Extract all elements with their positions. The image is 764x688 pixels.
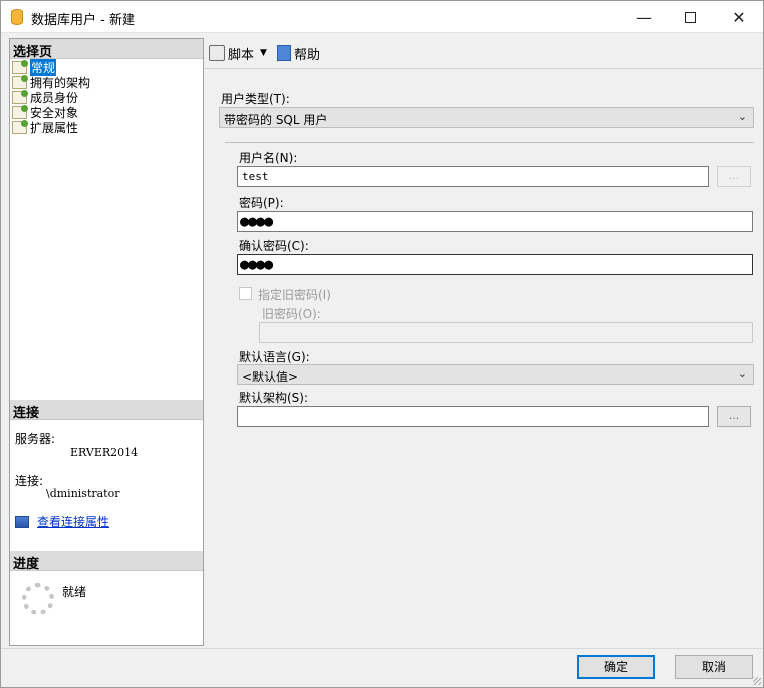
user-type-label: 用户类型(T):	[221, 92, 290, 106]
specify-old-password-checkbox[interactable]	[239, 287, 252, 300]
chevron-down-icon[interactable]: ▼	[260, 48, 267, 58]
left-pane: 选择页 常规 拥有的架构 成员身份 安全对象 扩展属性 连接 服务器: ERVE…	[9, 38, 204, 646]
default-language-label: 默认语言(G):	[239, 350, 310, 364]
page-list: 常规 拥有的架构 成员身份 安全对象 扩展属性	[12, 59, 90, 135]
view-connection-properties-link[interactable]: 查看连接属性	[15, 513, 109, 530]
maximize-icon	[684, 11, 696, 23]
server-label: 服务器:	[15, 432, 56, 446]
page-item-membership[interactable]: 成员身份	[12, 90, 90, 105]
server-value: ERVER2014	[70, 446, 139, 459]
old-password-field[interactable]	[259, 322, 753, 343]
toolbar: 脚本 ▼ 帮助	[209, 41, 330, 65]
confirm-password-label: 确认密码(C):	[239, 239, 309, 253]
maximize-button[interactable]	[667, 1, 713, 33]
connection-header: 连接	[10, 400, 203, 421]
page-icon	[12, 90, 28, 104]
default-schema-field[interactable]	[237, 406, 709, 427]
connection-properties-icon	[15, 515, 29, 528]
title-bar: 数据库用户 - 新建 — ✕	[1, 1, 763, 33]
script-button[interactable]: 脚本 ▼	[209, 44, 267, 63]
page-item-extended-properties[interactable]: 扩展属性	[12, 120, 90, 135]
close-icon: ✕	[732, 7, 746, 27]
help-label: 帮助	[293, 47, 320, 63]
old-password-label: 旧密码(O):	[262, 307, 321, 321]
toolbar-divider	[205, 68, 762, 69]
progress-spinner-icon	[22, 583, 54, 615]
confirm-password-field[interactable]: ●●●●	[237, 254, 753, 275]
page-item-label: 扩展属性	[30, 121, 79, 135]
page-icon	[12, 120, 28, 134]
new-database-user-dialog: 数据库用户 - 新建 — ✕ 选择页 常规 拥有的架构 成员身份 安全对象 扩展…	[0, 0, 764, 688]
resize-grip-icon[interactable]	[753, 677, 761, 685]
progress-header: 进度	[10, 551, 203, 572]
page-item-securables[interactable]: 安全对象	[12, 105, 90, 120]
section-divider	[225, 142, 754, 143]
help-icon	[276, 45, 291, 61]
cancel-button[interactable]: 取消	[675, 655, 753, 679]
script-icon	[209, 45, 225, 61]
chevron-down-icon: ⌄	[737, 367, 747, 380]
connection-value: \dministrator	[46, 487, 120, 500]
browse-user-button[interactable]: ...	[717, 166, 751, 187]
default-language-value: <默认值>	[242, 370, 299, 384]
page-icon	[12, 60, 28, 74]
user-name-label: 用户名(N):	[239, 151, 298, 165]
user-name-field[interactable]: test	[237, 166, 709, 187]
minimize-icon: —	[636, 7, 652, 27]
connection-label: 连接:	[15, 474, 44, 488]
ok-button[interactable]: 确定	[577, 655, 655, 679]
close-button[interactable]: ✕	[716, 1, 762, 33]
window-title: 数据库用户 - 新建	[31, 13, 135, 28]
select-page-header: 选择页	[10, 39, 203, 60]
user-type-value: 带密码的 SQL 用户	[224, 113, 328, 127]
password-label: 密码(P):	[239, 196, 284, 210]
footer-divider	[1, 648, 763, 649]
chevron-down-icon: ⌄	[737, 110, 747, 123]
progress-status: 就绪	[62, 585, 87, 599]
minimize-button[interactable]: —	[621, 1, 667, 33]
database-icon	[11, 9, 23, 25]
default-language-select[interactable]: <默认值> ⌄	[237, 364, 754, 385]
page-icon	[12, 75, 28, 89]
help-button[interactable]: 帮助	[276, 44, 320, 63]
page-icon	[12, 105, 28, 119]
browse-schema-button[interactable]: ...	[717, 406, 751, 427]
page-item-general[interactable]: 常规	[12, 59, 90, 76]
view-connection-properties-label: 查看连接属性	[37, 515, 110, 529]
page-item-owned-schemas[interactable]: 拥有的架构	[12, 75, 90, 90]
password-field[interactable]: ●●●●	[237, 211, 753, 232]
specify-old-password-label: 指定旧密码(I)	[258, 288, 331, 302]
script-label: 脚本	[228, 47, 255, 63]
user-type-select[interactable]: 带密码的 SQL 用户 ⌄	[219, 107, 754, 128]
default-schema-label: 默认架构(S):	[239, 391, 309, 405]
